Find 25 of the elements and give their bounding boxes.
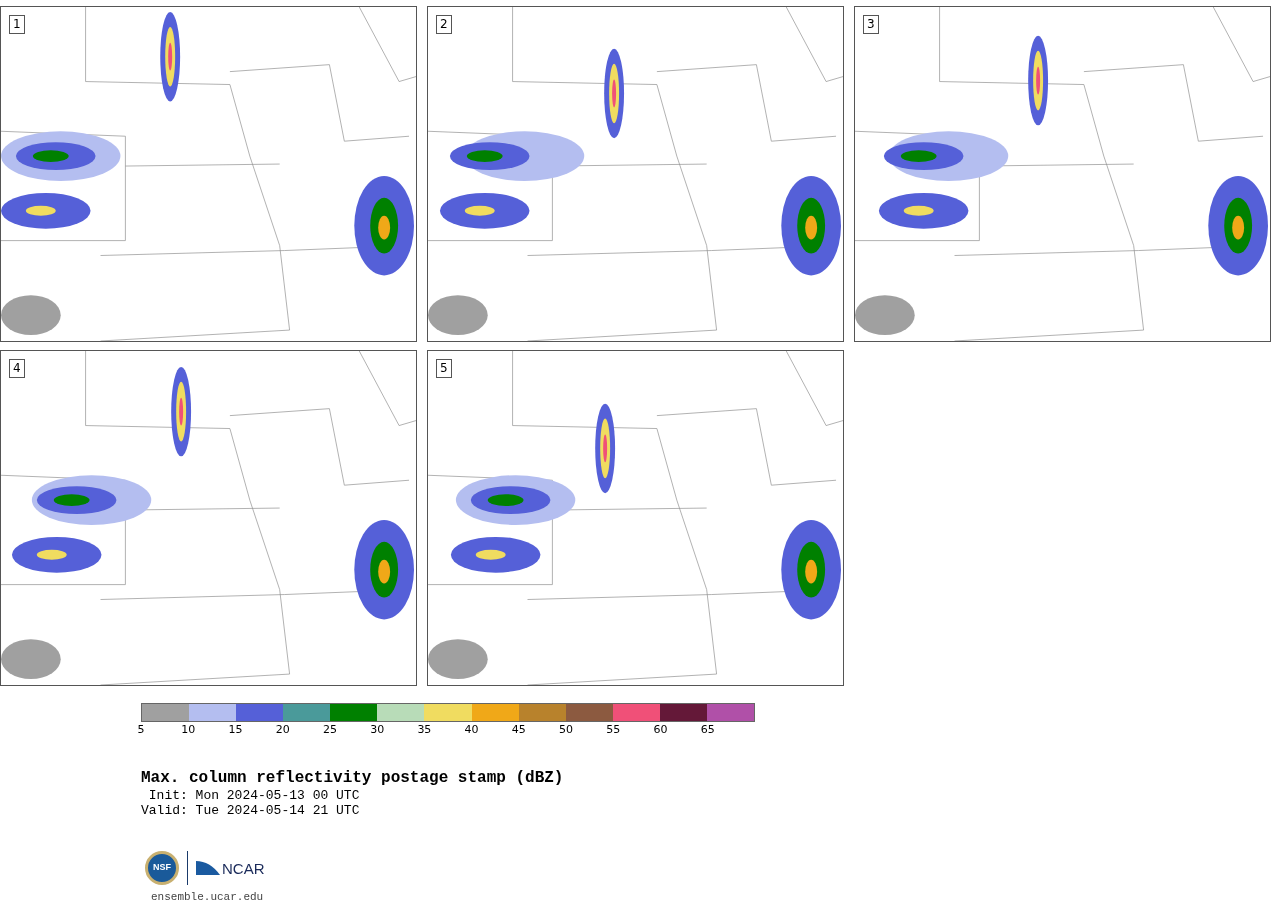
scale-label: 20 [275,724,290,736]
panel-number: 1 [9,15,25,34]
scale-label: 25 [322,724,337,736]
ncar-logo: NCAR [196,859,265,877]
scale-label: 30 [370,724,385,736]
site-url: ensemble.ucar.edu [151,890,265,901]
scale-label: 60 [653,724,668,736]
scale-label: 10 [181,724,196,736]
init-time: Init: Mon 2024-05-13 00 UTC [147,788,361,803]
scale-label: 35 [417,724,432,736]
panel-number: 2 [436,15,452,34]
scale-label: 65 [700,724,715,736]
panel-number: 3 [863,15,879,34]
panel-number: 5 [436,359,452,378]
panel-number: 4 [9,359,25,378]
nsf-logo: NSF [145,851,179,885]
scale-label: 50 [559,724,574,736]
wing-icon [196,859,220,877]
scale-label: 40 [464,724,479,736]
chart-title: Max. column reflectivity postage stamp (dBZ) [141,769,565,787]
scale-label: 55 [606,724,621,736]
valid-time: Valid: Tue 2024-05-14 21 UTC [141,803,361,818]
scale-label: 45 [511,724,526,736]
scale-label: 15 [228,724,243,736]
scale-label: 5 [137,724,145,736]
